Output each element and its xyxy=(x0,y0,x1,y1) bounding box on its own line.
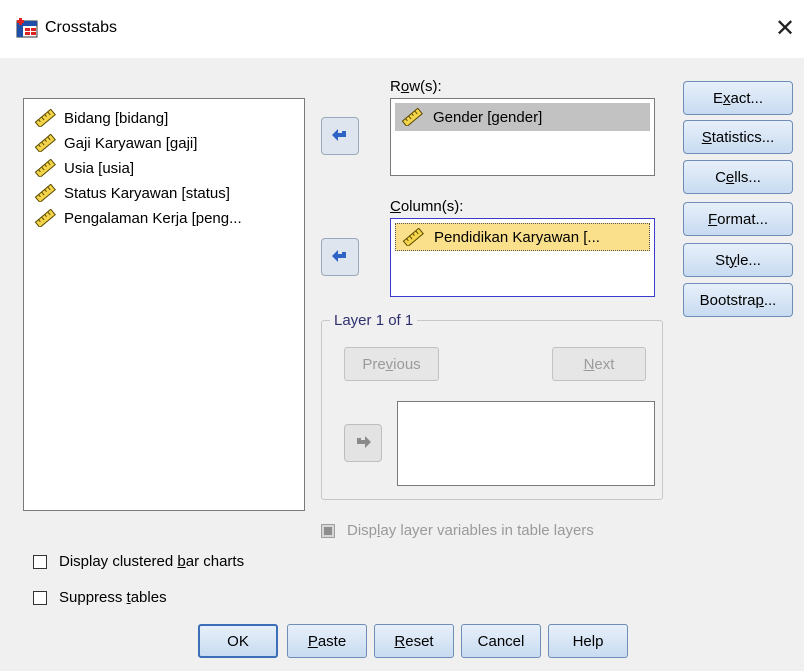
reset-button[interactable]: Reset xyxy=(374,624,454,658)
columns-label: Column(s): xyxy=(390,198,464,215)
display-layer-variables-option[interactable]: Display layer variables in table layers xyxy=(321,522,594,539)
variable-label: Gender [gender] xyxy=(433,108,543,126)
cells-button[interactable]: Ce lls... xyxy=(683,160,793,194)
suppress-tables-label: Suppress tables xyxy=(59,589,167,606)
columns-list[interactable]: Pendidikan Karyawan [... xyxy=(390,218,655,297)
clustered-bar-charts-option[interactable]: Display clustered bar charts xyxy=(33,553,244,570)
list-item[interactable]: Gender [gender] xyxy=(395,103,650,131)
variable-label: Gaji Karyawan [gaji] xyxy=(64,134,198,152)
list-item[interactable]: Usia [usia] xyxy=(34,157,134,179)
dialog-title: Crosstabs xyxy=(45,19,118,36)
list-item[interactable]: Gaji Karyawan [gaji] xyxy=(34,132,197,154)
format-button[interactable]: Format... xyxy=(683,202,793,236)
ruler-icon xyxy=(402,228,424,246)
ruler-icon xyxy=(34,134,56,152)
statistics-button[interactable]: Statistics... xyxy=(683,120,793,154)
variable-label: Usia [usia] xyxy=(64,159,135,177)
bootstrap-button[interactable]: Bootstra p... xyxy=(683,283,793,317)
rows-label: Row(s): xyxy=(390,78,442,95)
exact-button[interactable]: Ex act... xyxy=(683,81,793,115)
help-button[interactable]: Help xyxy=(548,624,628,658)
source-variable-list[interactable]: Bidang [bidang] Gaji Karyawan [gaji] Usi… xyxy=(23,98,305,511)
layer-list[interactable] xyxy=(397,401,655,486)
list-item[interactable]: Pengalaman Kerja [peng... xyxy=(34,207,242,229)
move-to-rows-button[interactable] xyxy=(321,117,359,155)
arrow-left-icon xyxy=(332,250,346,262)
arrow-right-icon xyxy=(357,436,371,448)
variable-label: Bidang [bidang] xyxy=(64,109,169,127)
crosstabs-app-icon xyxy=(16,18,38,38)
ruler-icon xyxy=(34,109,56,127)
next-button[interactable]: Next xyxy=(552,347,646,381)
ruler-icon xyxy=(34,159,56,177)
title-bar: Crosstabs ✕ xyxy=(0,0,804,58)
arrow-left-icon xyxy=(332,129,346,141)
list-item[interactable]: Pendidikan Karyawan [... xyxy=(395,223,650,251)
clustered-bar-charts-checkbox[interactable] xyxy=(33,554,47,569)
paste-button[interactable]: Paste xyxy=(287,624,367,658)
crosstabs-dialog: Crosstabs ✕ Bidang [bidang] Gaji Karyawa… xyxy=(0,0,804,671)
ok-button[interactable]: OK xyxy=(198,624,278,658)
layer-legend: Layer 1 of 1 xyxy=(330,312,418,329)
close-icon: ✕ xyxy=(774,15,796,42)
move-to-layer-button[interactable] xyxy=(344,424,382,462)
ruler-icon xyxy=(34,184,56,202)
list-item[interactable]: Status Karyawan [status] xyxy=(34,182,230,204)
display-layer-checkbox[interactable] xyxy=(321,523,335,538)
move-to-columns-button[interactable] xyxy=(321,238,359,276)
cancel-button[interactable]: Cancel xyxy=(461,624,541,658)
suppress-tables-checkbox[interactable] xyxy=(33,590,47,605)
ruler-icon xyxy=(401,108,423,126)
display-layer-label: Display layer variables in table layers xyxy=(347,522,594,539)
previous-button[interactable]: Pre v ious xyxy=(344,347,439,381)
suppress-tables-option[interactable]: Suppress tables xyxy=(33,589,167,606)
clustered-bar-charts-label: Display clustered bar charts xyxy=(59,553,245,570)
rows-list[interactable]: Gender [gender] xyxy=(390,98,655,176)
close-button[interactable]: ✕ xyxy=(770,14,800,44)
variable-label: Pendidikan Karyawan [... xyxy=(434,228,600,246)
style-button[interactable]: St y le... xyxy=(683,243,793,277)
variable-label: Status Karyawan [status] xyxy=(64,184,230,202)
list-item[interactable]: Bidang [bidang] xyxy=(34,107,168,129)
variable-label: Pengalaman Kerja [peng... xyxy=(64,209,242,227)
ruler-icon xyxy=(34,209,56,227)
